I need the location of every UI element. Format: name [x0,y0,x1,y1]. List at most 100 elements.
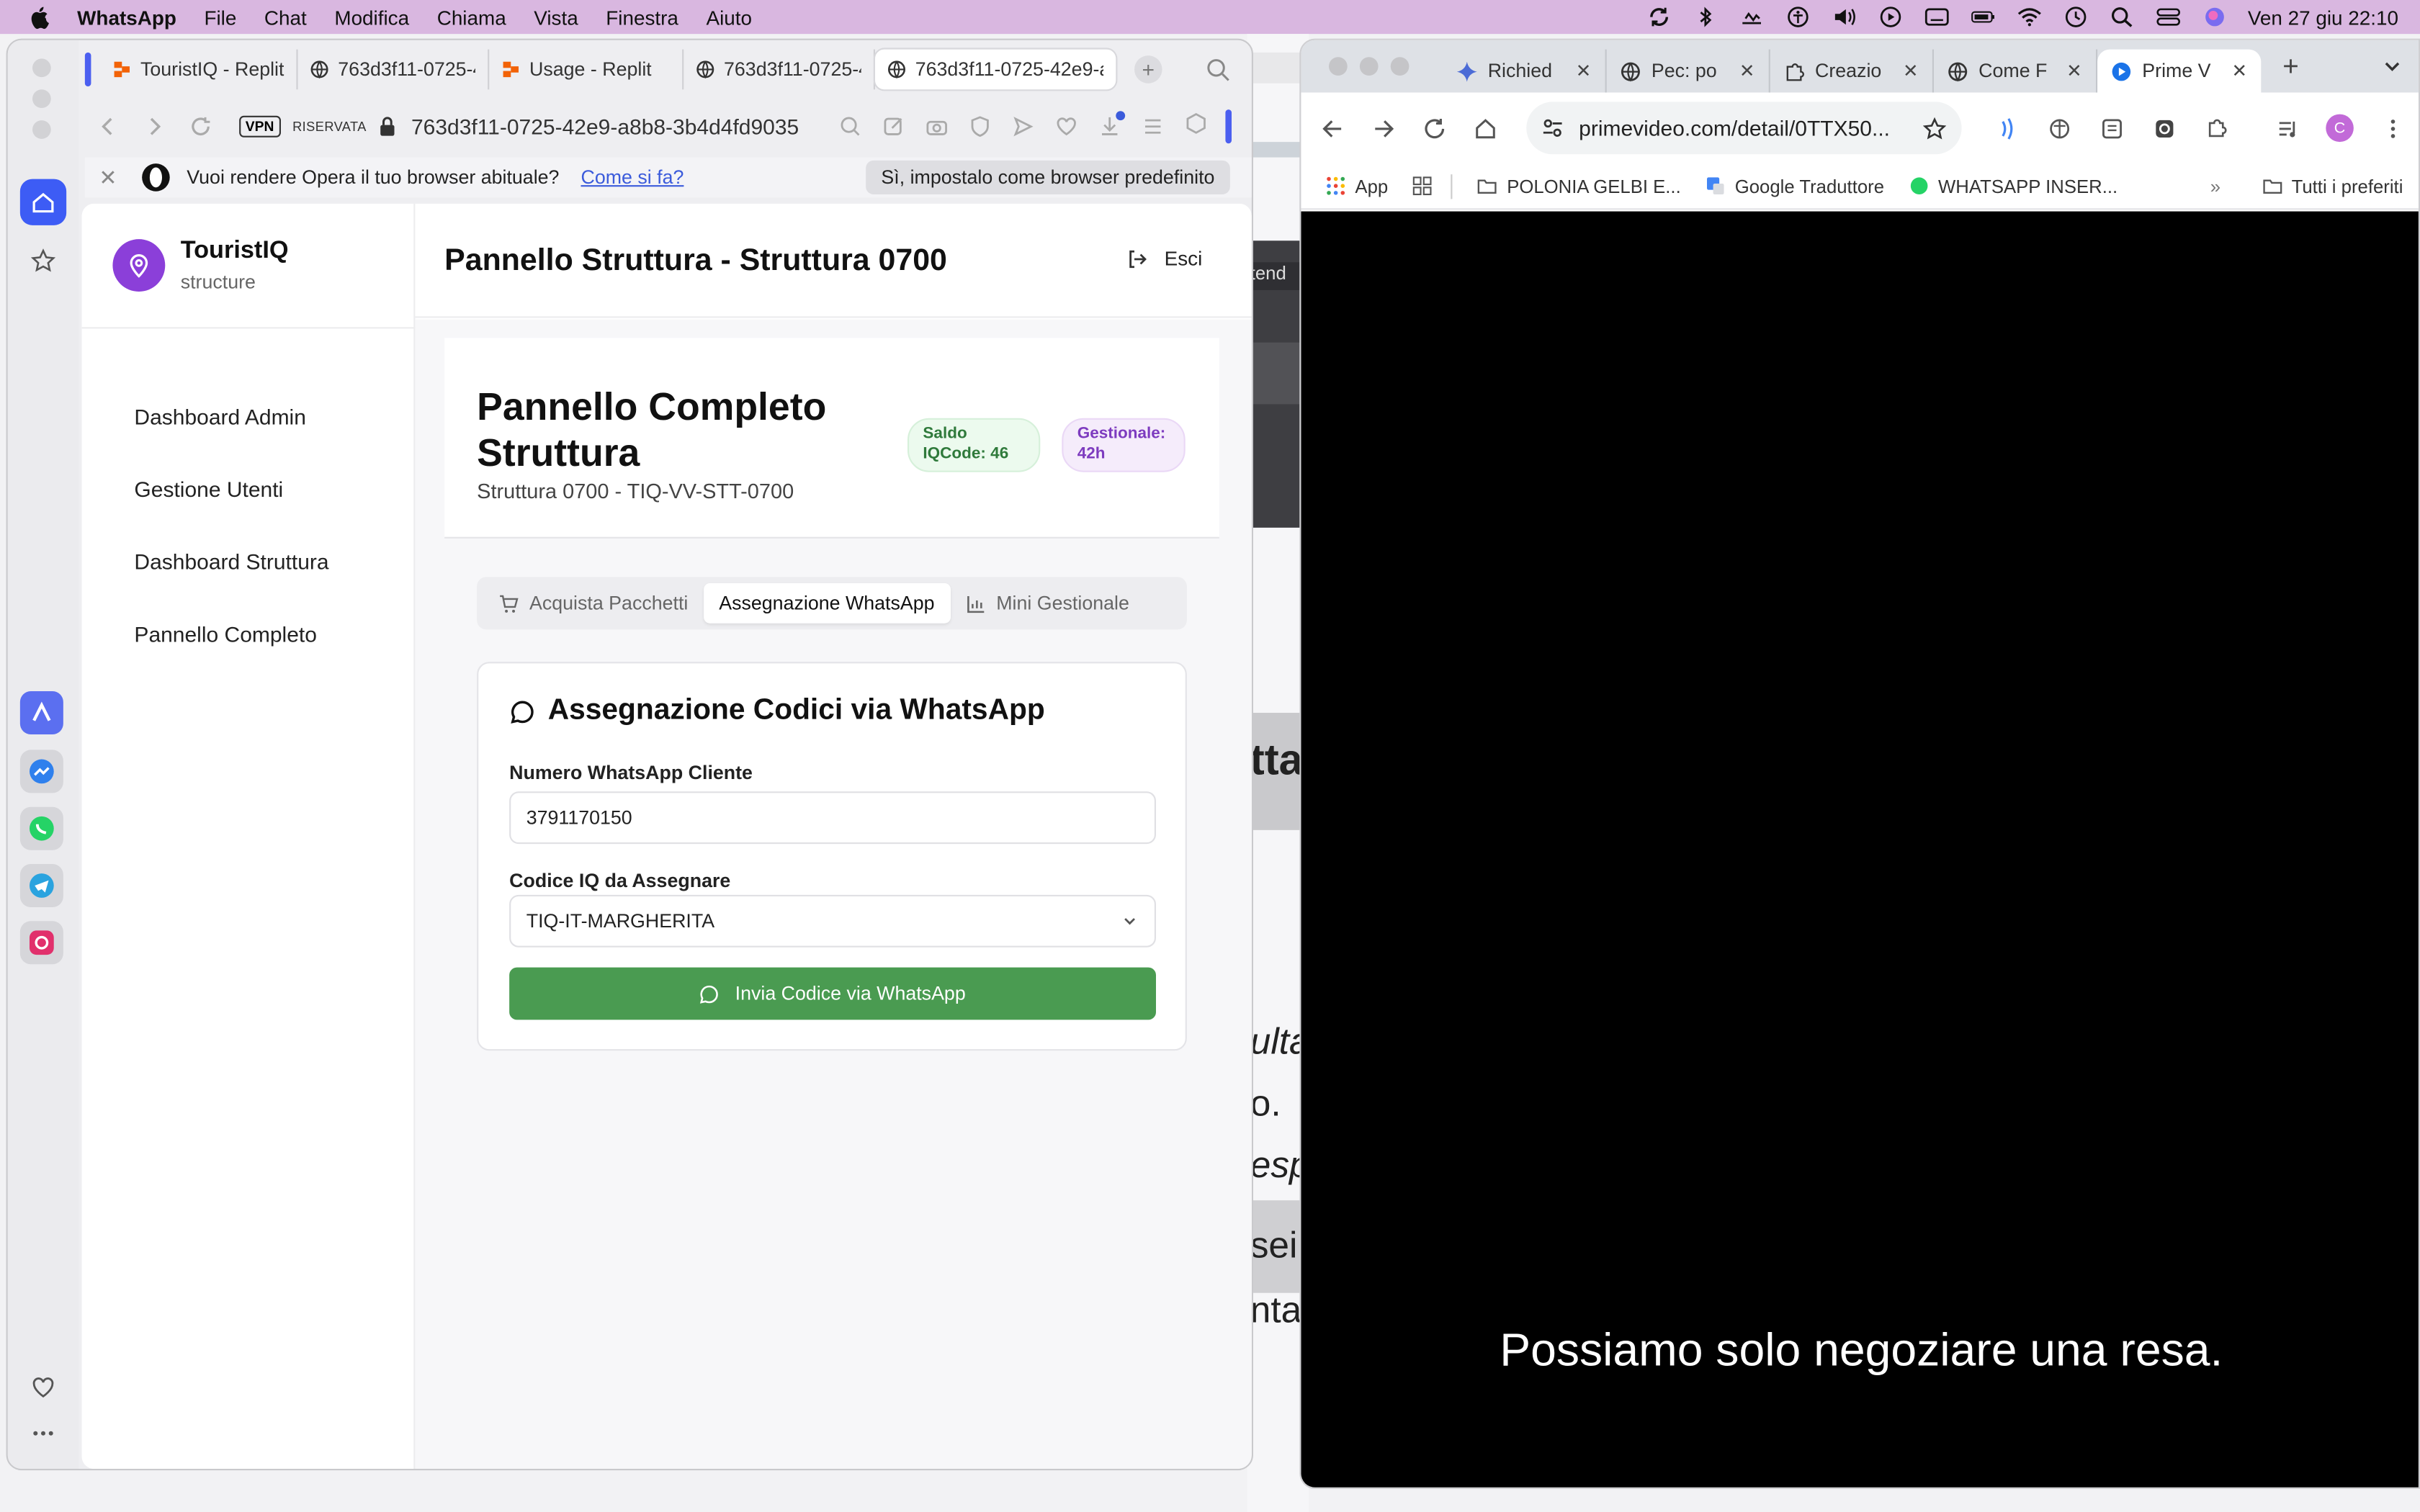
play-icon[interactable] [1878,6,1906,28]
new-tab-button[interactable]: + [2282,50,2299,83]
set-default-browser-button[interactable]: Sì, impostalo come browser predefinito [865,160,1230,194]
menu-chiama[interactable]: Chiama [423,6,520,29]
brain-extension-icon[interactable] [2045,114,2073,143]
bookmark-whatsapp[interactable]: WHATSAPP INSER... [1909,175,2118,197]
close-icon[interactable]: ✕ [1903,60,1919,82]
reader-extension-icon[interactable] [2097,114,2125,143]
lens-search-icon[interactable] [837,112,865,140]
chrome-tab-prime-video[interactable]: Prime V ✕ [2097,49,2262,93]
easy-setup-icon[interactable] [1139,112,1168,140]
chrome-tab-pec[interactable]: Pec: po ✕ [1607,49,1770,93]
window-minimize-button[interactable] [32,89,51,108]
tab-mini-gestionale[interactable]: Mini Gestionale [950,583,1144,624]
camera-icon[interactable] [923,112,951,140]
bookmark-polonia[interactable]: POLONIA GELBI E... [1477,175,1681,197]
sync-icon[interactable] [1646,6,1674,28]
chrome-menu-icon[interactable] [2378,114,2406,143]
video-player[interactable]: Possiamo solo negoziare una resa. [1301,211,2419,1488]
volume-icon[interactable] [1831,6,1859,28]
nav-pannello-completo[interactable]: Pannello Completo [134,622,328,695]
profile-indicator[interactable] [1226,109,1232,144]
reload-button[interactable] [1409,107,1460,150]
spotlight-search-icon[interactable] [2109,6,2137,28]
keyboard-icon[interactable] [1924,6,1952,28]
tab-page-2[interactable]: 763d3f11-0725-4 [684,49,875,90]
menu-vista[interactable]: Vista [520,6,592,29]
battery-icon[interactable] [1970,6,1998,28]
menu-modifica[interactable]: Modifica [321,6,423,29]
sidebar-app-instagram[interactable] [19,921,63,965]
menu-app-name[interactable]: WhatsApp [77,6,190,29]
tab-assegnazione-whatsapp[interactable]: Assegnazione WhatsApp [703,583,950,624]
control-center-icon[interactable] [2155,6,2183,28]
window-minimize-button[interactable] [1359,57,1379,76]
tab-acquista-pacchetti[interactable]: Acquista Pacchetti [483,583,704,624]
nav-gestione-utenti[interactable]: Gestione Utenti [134,477,328,549]
shield-icon[interactable] [967,112,995,140]
send-whatsapp-button[interactable]: Invia Codice via WhatsApp [509,967,1156,1020]
window-close-button[interactable] [32,58,51,78]
menu-file[interactable]: File [190,6,250,29]
infobar-howto-link[interactable]: Come si fa? [581,166,684,188]
opera-home-button[interactable] [19,179,67,225]
heart-icon[interactable] [1053,112,1081,140]
window-close-button[interactable] [1329,57,1348,76]
send-arrow-icon[interactable] [1010,112,1038,140]
logout-button[interactable]: Esci [1127,247,1202,270]
address-input[interactable]: 763d3f11-0725-42e9-a8b8-3b4d4fd9035 [411,114,815,139]
close-icon[interactable]: ✕ [1576,60,1592,82]
tab-page-active[interactable]: 763d3f11-0725-42e9-a [875,49,1116,90]
window-zoom-button[interactable] [1390,57,1410,76]
reload-button[interactable] [177,108,223,145]
close-icon[interactable]: ✕ [85,164,131,190]
vpn-badge[interactable]: VPN [239,115,280,138]
close-icon[interactable]: ✕ [2231,60,2247,82]
sidebar-app-telegram[interactable] [19,864,63,907]
sidebar-app-aria[interactable] [19,691,63,734]
menu-finestra[interactable]: Finestra [592,6,692,29]
capture-extension-icon[interactable] [2150,114,2178,143]
chrome-tab-come[interactable]: Come F ✕ [1934,49,2098,93]
siri-icon[interactable] [2202,6,2230,28]
extensions-puzzle-icon[interactable] [2202,114,2231,143]
bookmark-apps[interactable]: App [1326,175,1388,197]
nav-dashboard-admin[interactable]: Dashboard Admin [134,404,328,477]
edit-icon[interactable] [880,112,908,140]
bookmark-star-icon[interactable] [1923,116,1947,140]
close-icon[interactable]: ✕ [2066,60,2082,82]
menubar-clock[interactable]: Ven 27 giu 22:10 [2248,6,2398,29]
chrome-omnibox[interactable]: primevideo.com/detail/0TTX50... [1526,102,1962,155]
home-button[interactable] [1460,107,1511,150]
tab-groups-icon[interactable] [1412,176,1433,196]
network-activity-icon[interactable] [1739,6,1767,28]
menu-aiuto[interactable]: Aiuto [692,6,766,29]
forward-button[interactable] [1358,107,1410,150]
download-icon[interactable] [1096,111,1126,140]
bluetooth-icon[interactable] [1692,6,1720,28]
tab-list-chevron-icon[interactable] [2381,55,2403,77]
whatsapp-number-input[interactable]: 3791170150 [509,791,1156,845]
bookmark-all-favorites[interactable]: Tutti i preferiti [2262,175,2403,197]
tab-usage-replit[interactable]: Usage - Replit [489,49,684,90]
opera-more-button[interactable] [20,1410,66,1457]
wifi-icon[interactable] [2016,6,2044,28]
new-tab-button[interactable]: + [1134,55,1162,84]
window-zoom-button[interactable] [32,120,51,139]
site-settings-icon[interactable] [1542,117,1564,139]
bookmark-google-translate[interactable]: Google Traduttore [1706,175,1884,197]
lock-icon[interactable] [379,116,398,138]
bookmarks-overflow-icon[interactable]: » [2210,175,2220,197]
chrome-tab-richiedi[interactable]: Richied ✕ [1443,49,1607,93]
chrome-tab-creazione[interactable]: Creazio ✕ [1770,49,1934,93]
close-icon[interactable]: ✕ [1739,60,1755,82]
time-machine-icon[interactable] [2063,6,2091,28]
profile-avatar[interactable]: C [2326,114,2354,143]
forward-button[interactable] [131,108,177,145]
media-controls-icon[interactable] [2273,114,2301,143]
accessibility-icon[interactable] [1785,6,1813,28]
audio-extension-icon[interactable] [1992,114,2020,143]
menu-chat[interactable]: Chat [251,6,321,29]
sidebar-app-messenger[interactable] [19,750,63,793]
tab-touristiq-replit[interactable]: TouristIQ - Replit [100,49,298,90]
back-button[interactable] [85,108,131,145]
